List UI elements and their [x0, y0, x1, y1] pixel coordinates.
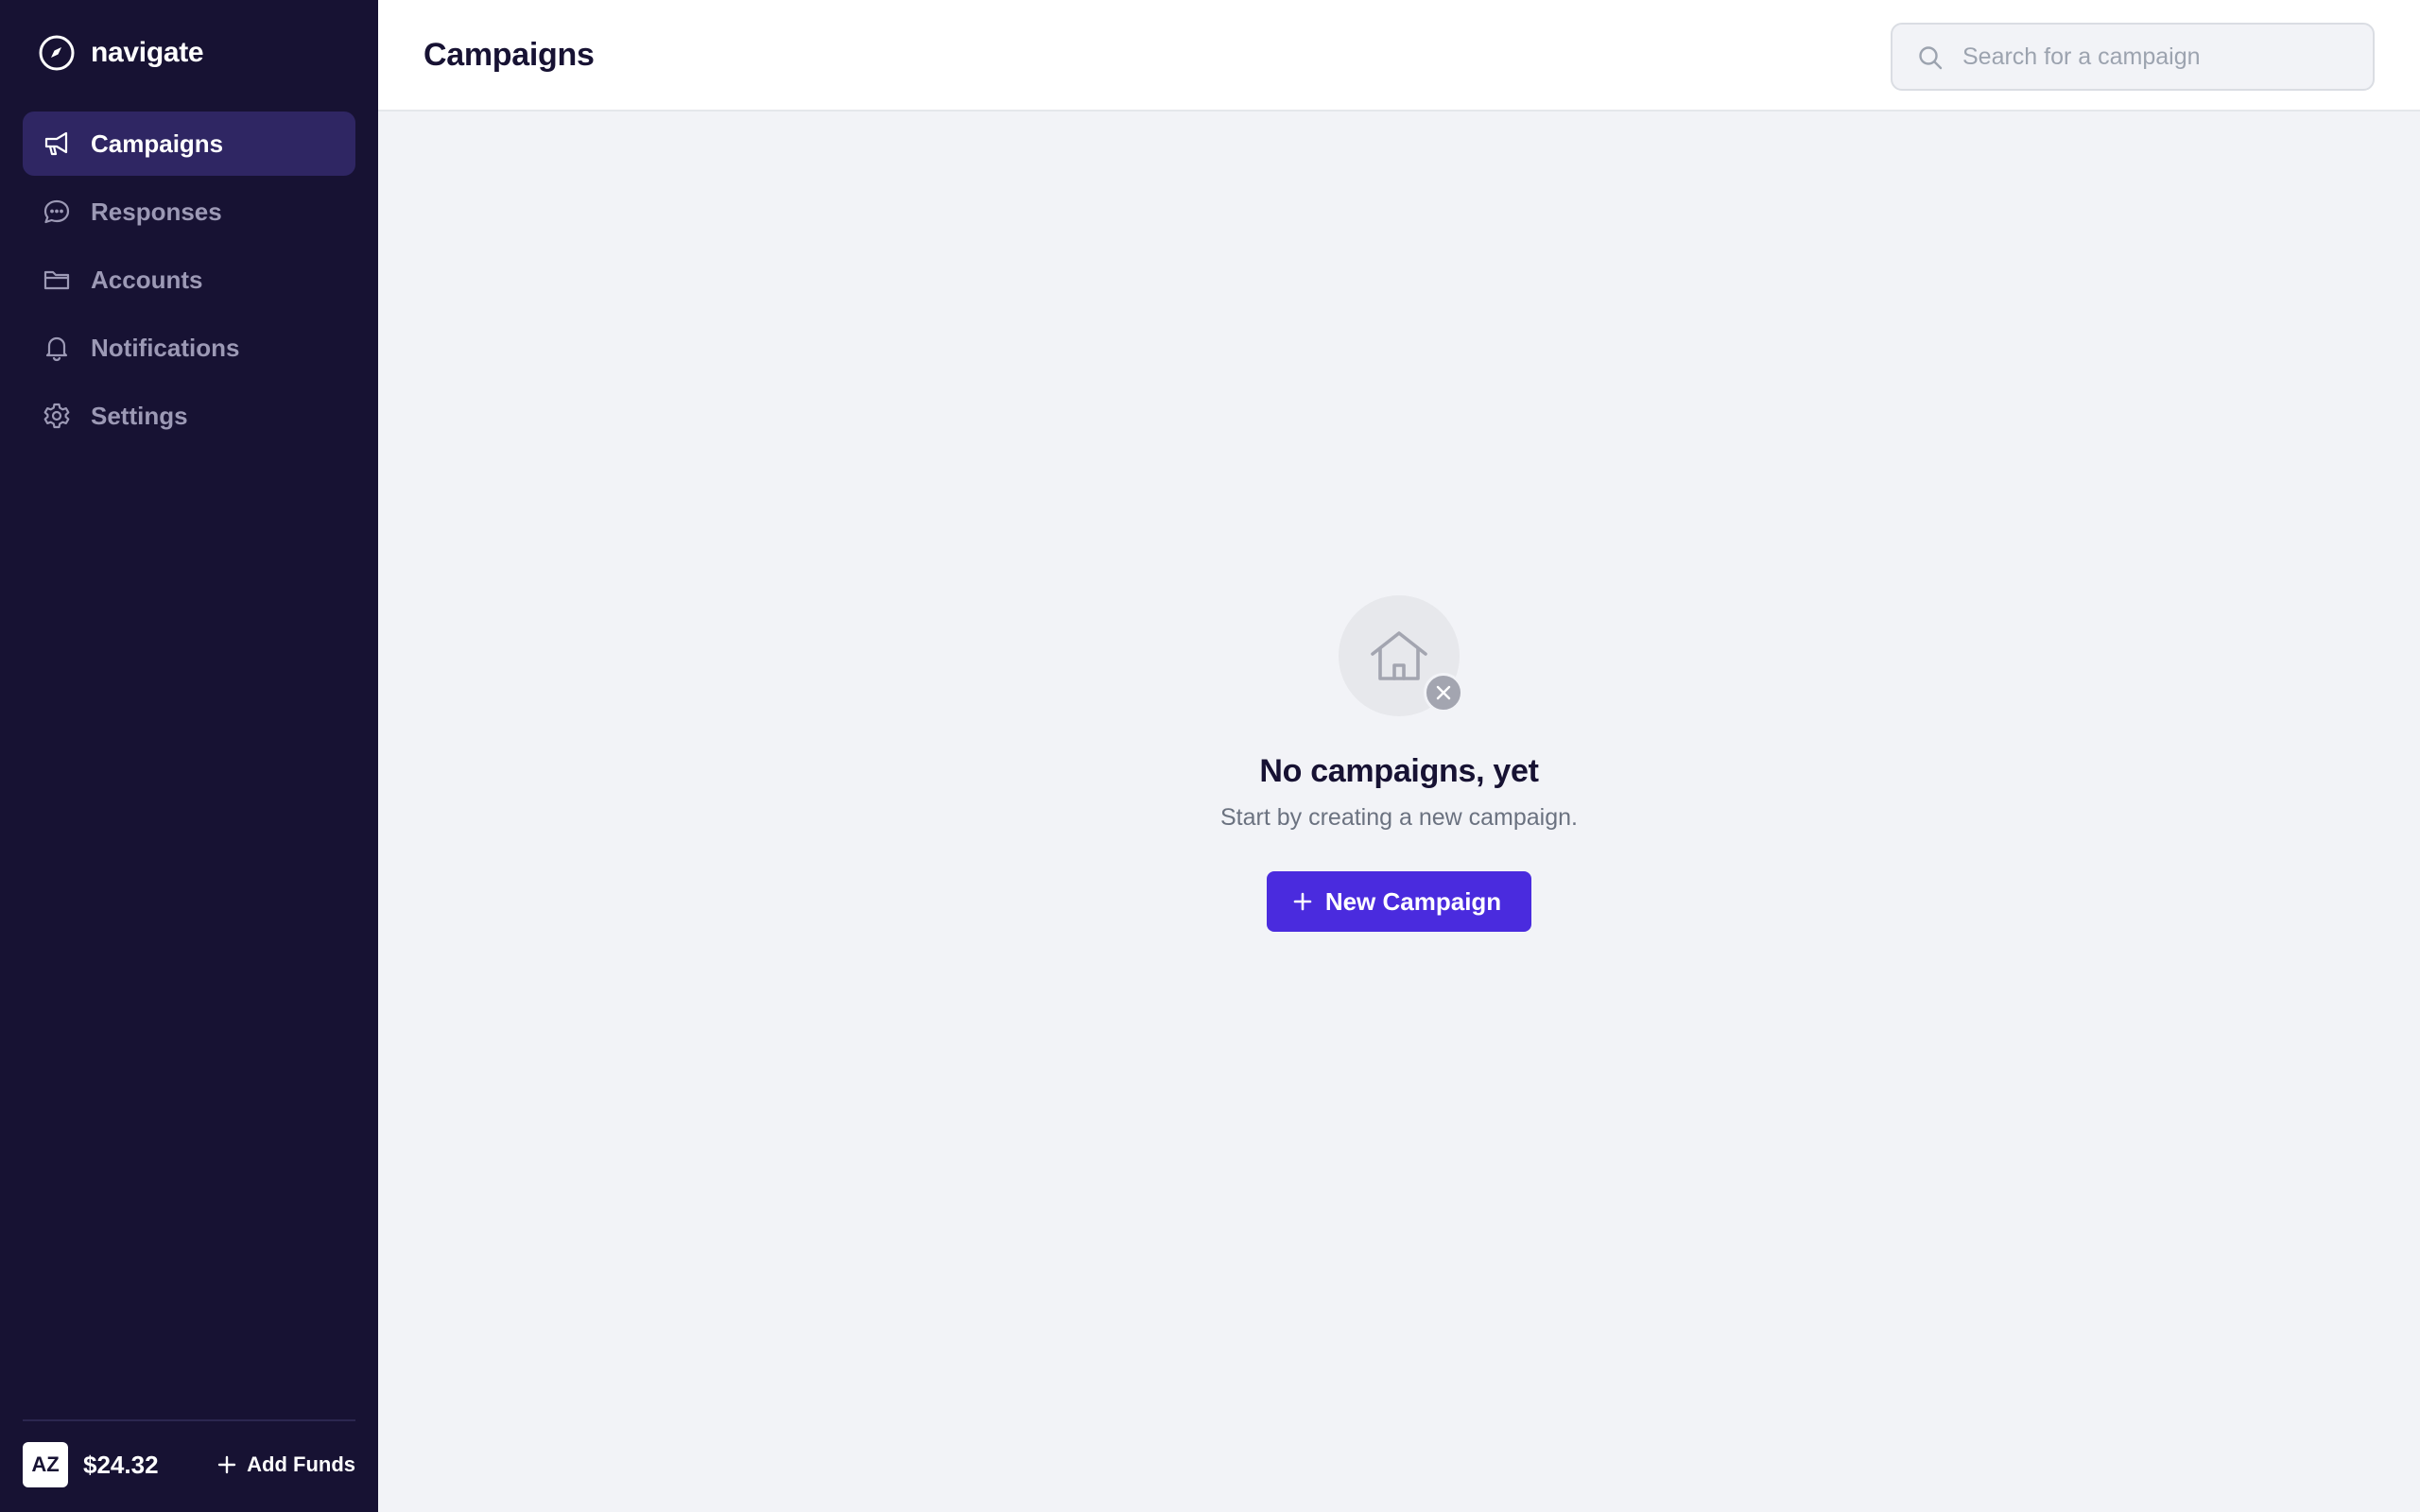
search-icon: [1917, 44, 1944, 71]
brand-logo[interactable]: navigate: [38, 32, 204, 74]
search-input[interactable]: [1961, 25, 2358, 89]
empty-state-title: No campaigns, yet: [1259, 753, 1539, 789]
plus-icon: [217, 1455, 236, 1474]
sidebar-nav: Campaigns Responses Accounts Notificatio…: [23, 112, 355, 452]
sidebar: navigate Campaigns Responses Accounts No…: [0, 0, 378, 1512]
sidebar-item-label: Accounts: [91, 265, 203, 294]
bell-icon: [42, 333, 72, 363]
folder-icon: [42, 265, 72, 295]
sidebar-item-accounts[interactable]: Accounts: [23, 248, 355, 312]
brand-name: navigate: [91, 37, 204, 68]
sidebar-footer: AZ $24.32 Add Funds: [23, 1419, 355, 1512]
megaphone-icon: [42, 129, 72, 159]
sidebar-item-label: Campaigns: [91, 129, 224, 158]
top-header: Campaigns: [378, 0, 2420, 112]
sidebar-item-responses[interactable]: Responses: [23, 180, 355, 244]
sidebar-item-label: Settings: [91, 401, 188, 430]
empty-state-illustration: [1339, 595, 1463, 716]
empty-state: No campaigns, yet Start by creating a ne…: [378, 595, 2420, 932]
sidebar-item-notifications[interactable]: Notifications: [23, 316, 355, 380]
search-box[interactable]: [1891, 23, 2375, 91]
add-funds-label: Add Funds: [247, 1452, 355, 1476]
new-campaign-label: New Campaign: [1324, 886, 1502, 916]
new-campaign-button[interactable]: New Campaign: [1266, 871, 1532, 932]
compass-icon: [39, 35, 75, 71]
sidebar-item-label: Responses: [91, 197, 222, 226]
chat-bubble-icon: [42, 197, 72, 227]
add-funds-button[interactable]: Add Funds: [216, 1442, 355, 1487]
sidebar-item-settings[interactable]: Settings: [23, 384, 355, 448]
main-content: No campaigns, yet Start by creating a ne…: [378, 112, 2420, 1512]
sidebar-item-label: Notifications: [91, 333, 240, 362]
empty-state-subtitle: Start by creating a new campaign.: [1220, 804, 1578, 831]
gear-icon: [42, 401, 72, 431]
sidebar-item-campaigns[interactable]: Campaigns: [23, 112, 355, 176]
plus-icon: [1293, 892, 1312, 911]
x-icon: [1424, 673, 1463, 713]
avatar[interactable]: AZ: [23, 1442, 68, 1487]
account-balance: $24.32: [83, 1451, 159, 1479]
house-icon: [1367, 624, 1431, 688]
app-window: navigate Campaigns Responses Accounts No…: [0, 0, 2420, 1512]
page-title: Campaigns: [424, 37, 595, 73]
